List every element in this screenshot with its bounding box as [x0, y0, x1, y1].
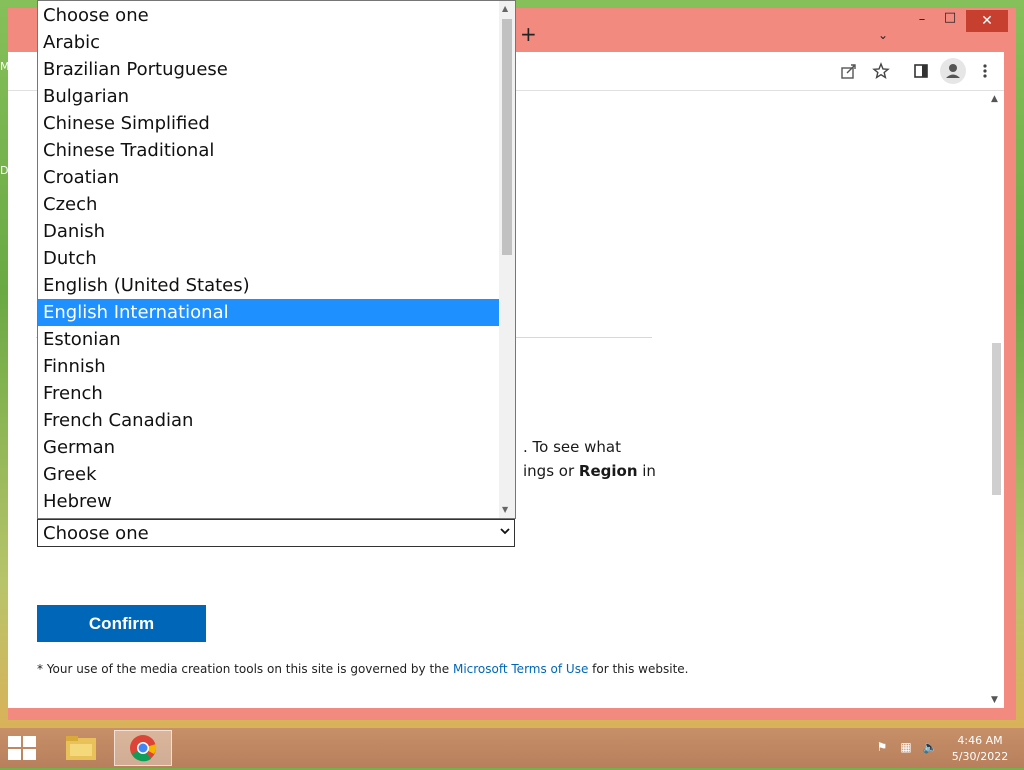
dropdown-option[interactable]: Chinese Traditional	[38, 137, 499, 164]
flag-icon[interactable]: ⚑	[874, 740, 890, 756]
dropdown-scrollbar[interactable]: ▲ ▼	[499, 1, 515, 518]
dropdown-option-label: Arabic	[43, 32, 101, 53]
dropdown-option-label: Chinese Simplified	[43, 113, 210, 134]
paragraph-line: ings or Region in	[523, 462, 656, 480]
dropdown-option[interactable]: Hebrew	[38, 488, 499, 515]
dropdown-option[interactable]: Croatian	[38, 164, 499, 191]
close-button[interactable]: ✕	[966, 10, 1008, 32]
dropdown-option[interactable]: English (United States)	[38, 272, 499, 299]
star-icon[interactable]	[872, 62, 890, 80]
scroll-thumb[interactable]	[992, 343, 1001, 495]
windows-start-icon[interactable]	[8, 736, 38, 760]
terms-of-use-link[interactable]: Microsoft Terms of Use	[453, 662, 588, 676]
dropdown-option-label: Czech	[43, 194, 98, 215]
dropdown-option[interactable]: Arabic	[38, 29, 499, 56]
dropdown-option-label: Chinese Traditional	[43, 140, 215, 161]
dropdown-option[interactable]: French Canadian	[38, 407, 499, 434]
side-panel-icon[interactable]	[912, 62, 930, 80]
language-select[interactable]: Choose one	[37, 519, 515, 547]
scroll-up-icon[interactable]: ▲	[502, 4, 508, 13]
dropdown-option-label: Dutch	[43, 248, 97, 269]
chrome-icon[interactable]	[114, 730, 172, 766]
dropdown-option[interactable]: Greek	[38, 461, 499, 488]
clock-time: 4:46 AM	[957, 734, 1003, 747]
clock-date: 5/30/2022	[951, 750, 1009, 763]
dropdown-option-label: Danish	[43, 221, 106, 242]
dropdown-option[interactable]: Bulgarian	[38, 83, 499, 110]
dropdown-option[interactable]: German	[38, 434, 499, 461]
file-explorer-icon[interactable]	[60, 730, 104, 766]
dropdown-option-label: French	[43, 383, 103, 404]
clock[interactable]: 4:46 AM 5/30/2022	[946, 733, 1014, 765]
dropdown-option-label: French Canadian	[43, 410, 194, 431]
dropdown-option[interactable]: Choose one	[38, 2, 499, 29]
tab-search-button[interactable]: ⌄	[878, 28, 888, 42]
dropdown-option-label: Estonian	[43, 329, 121, 350]
dropdown-option-label: Choose one	[43, 5, 149, 26]
volume-muted-icon[interactable]: 🔈	[922, 740, 938, 756]
dropdown-option[interactable]: Czech	[38, 191, 499, 218]
language-dropdown-list[interactable]: Choose one Arabic Brazilian Portuguese Bulg…	[37, 0, 516, 519]
dropdown-option[interactable]: Dutch	[38, 245, 499, 272]
dropdown-option-label: English International	[43, 302, 229, 323]
network-icon[interactable]: ▦	[898, 740, 914, 756]
dropdown-option-label: German	[43, 437, 116, 458]
chevron-down-icon	[500, 526, 510, 539]
confirm-button[interactable]: Confirm	[37, 605, 206, 642]
dropdown-option-label: Brazilian Portuguese	[43, 59, 228, 80]
dropdown-option[interactable]: Danish	[38, 218, 499, 245]
dropdown-option[interactable]: French	[38, 380, 499, 407]
scroll-down-icon[interactable]: ▼	[502, 505, 508, 514]
page-scrollbar[interactable]: ▲ ▼	[988, 91, 1004, 708]
dropdown-option-label: Croatian	[43, 167, 120, 188]
profile-icon[interactable]	[940, 58, 966, 84]
share-icon[interactable]	[840, 62, 858, 80]
minimize-button[interactable]: –	[910, 12, 934, 34]
dropdown-option[interactable]: Estonian	[38, 326, 499, 353]
dropdown-option[interactable]: Chinese Simplified	[38, 110, 499, 137]
terms-footnote: * Your use of the media creation tools o…	[37, 662, 689, 676]
scroll-down-icon[interactable]: ▼	[991, 695, 998, 705]
dropdown-option[interactable]: Finnish	[38, 353, 499, 380]
dropdown-option[interactable]: Brazilian Portuguese	[38, 56, 499, 83]
paragraph-line: . To see what	[523, 438, 621, 456]
new-tab-button[interactable]: +	[520, 22, 537, 46]
dropdown-option[interactable]: English International	[38, 299, 499, 326]
dropdown-option-label: Finnish	[43, 356, 106, 377]
scroll-up-icon[interactable]: ▲	[991, 94, 998, 104]
menu-icon[interactable]	[976, 62, 994, 80]
maximize-button[interactable]: □	[938, 10, 962, 32]
dropdown-option-label: Hebrew	[43, 491, 112, 512]
dropdown-option-label: Greek	[43, 464, 97, 485]
dropdown-option-label: Bulgarian	[43, 86, 130, 107]
select-value: Choose one	[43, 523, 149, 544]
dropdown-option-label: English (United States)	[43, 275, 250, 296]
dropdown-scroll-thumb[interactable]	[502, 19, 512, 255]
taskbar: ⚑ ▦ 🔈 4:46 AM 5/30/2022	[0, 728, 1024, 768]
